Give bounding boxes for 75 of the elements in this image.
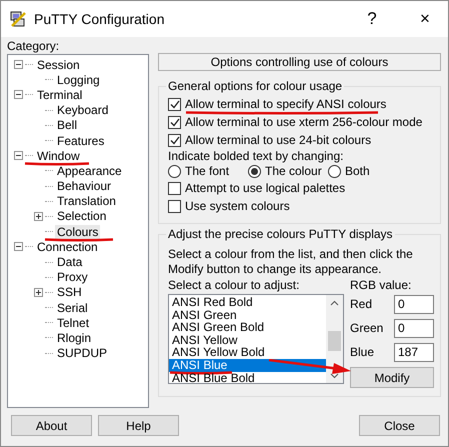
radio-button[interactable] xyxy=(328,164,341,178)
description-text: Select a colour from the list, and then click the Modify button to change its appearance. xyxy=(168,247,414,277)
modify-button[interactable]: Modify xyxy=(350,367,434,388)
checkbox[interactable] xyxy=(168,116,181,128)
list-item[interactable]: ANSI Blue Bold xyxy=(169,372,326,384)
checkbox-label: Allow terminal to use xterm 256-colour mode xyxy=(185,116,422,128)
scroll-up-icon[interactable] xyxy=(330,300,339,306)
tree-item[interactable]: Translation xyxy=(55,194,118,208)
radio-button[interactable] xyxy=(248,164,261,178)
window-title: PuTTY Configuration xyxy=(34,11,166,27)
dialog-button[interactable]: About xyxy=(11,415,92,436)
tree-item[interactable]: Proxy xyxy=(55,270,90,284)
collapse-icon[interactable] xyxy=(14,242,23,252)
group-legend: General options for colour usage xyxy=(166,79,344,93)
list-item[interactable]: ANSI Yellow Bold xyxy=(169,346,326,359)
radio-label: The font xyxy=(185,164,230,178)
tree-item[interactable]: Serial xyxy=(55,300,90,315)
collapse-icon[interactable] xyxy=(14,151,23,160)
tree-item[interactable]: SSH xyxy=(55,285,84,300)
rgb-channel-label: Red xyxy=(350,297,374,311)
bold-option-label: Indicate bolded text by changing: xyxy=(168,150,344,163)
tree-item[interactable]: Features xyxy=(55,134,106,148)
computer-icon xyxy=(9,10,27,28)
checkbox-label: Allow terminal to specify ANSI colours xyxy=(185,98,386,110)
tree-item[interactable]: Logging xyxy=(55,72,102,87)
scrollbar-thumb[interactable] xyxy=(328,331,341,351)
help-button[interactable]: ? xyxy=(349,1,395,37)
scrollbar[interactable] xyxy=(326,295,343,383)
rgb-input[interactable]: 0 xyxy=(394,318,434,338)
tree-item[interactable]: Behaviour xyxy=(55,179,114,194)
checkbox[interactable] xyxy=(168,200,181,212)
dialog-button[interactable]: Close xyxy=(359,415,440,436)
tree-item[interactable]: Selection xyxy=(55,209,108,224)
checkbox-label: Allow terminal to use 24-bit colours xyxy=(185,134,372,146)
radio-label: The colour xyxy=(265,164,322,178)
checkbox[interactable] xyxy=(168,182,181,194)
list-label: Select a colour to adjust: xyxy=(168,279,300,292)
scroll-down-icon[interactable] xyxy=(330,373,339,379)
expand-icon[interactable] xyxy=(34,212,43,221)
radio-label: Both xyxy=(345,164,370,178)
dialog-button[interactable]: Help xyxy=(98,415,179,436)
tree-item[interactable]: Bell xyxy=(55,118,80,132)
rgb-input[interactable]: 0 xyxy=(394,294,434,314)
close-button[interactable]: × xyxy=(402,1,448,37)
list-item[interactable]: ANSI Red Bold xyxy=(169,296,326,309)
tree-item[interactable]: Connection xyxy=(35,240,100,254)
tree-item[interactable]: Colours xyxy=(55,224,100,239)
group-legend: Adjust the precise colours PuTTY displays xyxy=(166,227,395,241)
checkbox[interactable] xyxy=(168,134,181,146)
tree-item[interactable]: Terminal xyxy=(35,88,84,102)
tree-item[interactable]: Data xyxy=(55,255,84,270)
tree-item[interactable]: Telnet xyxy=(55,316,92,330)
list-item[interactable]: ANSI Green xyxy=(169,308,326,322)
tree-item[interactable]: Session xyxy=(35,58,82,72)
tree-item[interactable]: Keyboard xyxy=(55,103,110,118)
checkbox-label: Use system colours xyxy=(185,200,290,212)
list-item[interactable]: ANSI Blue xyxy=(169,358,326,372)
panel-header: Options controlling use of colours xyxy=(158,53,441,71)
checkbox-label: Attempt to use logical palettes xyxy=(185,182,346,194)
rgb-channel-label: Green xyxy=(350,321,384,335)
collapse-icon[interactable] xyxy=(14,60,23,70)
tree-item[interactable]: SUPDUP xyxy=(55,346,110,360)
checkbox[interactable] xyxy=(168,98,181,110)
rgb-channel-label: Blue xyxy=(350,345,376,359)
collapse-icon[interactable] xyxy=(14,90,23,100)
expand-icon[interactable] xyxy=(34,288,43,297)
rgb-input[interactable]: 187 xyxy=(394,342,434,362)
category-label: Category: xyxy=(7,40,60,53)
tree-item[interactable]: Appearance xyxy=(55,164,124,178)
tree-item[interactable]: Window xyxy=(35,148,82,163)
list-item[interactable]: ANSI Green Bold xyxy=(169,321,326,334)
list-item[interactable]: ANSI Yellow xyxy=(169,334,326,346)
radio-button[interactable] xyxy=(168,164,181,178)
tree-item[interactable]: Rlogin xyxy=(55,330,94,345)
rgb-label: RGB value: xyxy=(350,279,412,292)
